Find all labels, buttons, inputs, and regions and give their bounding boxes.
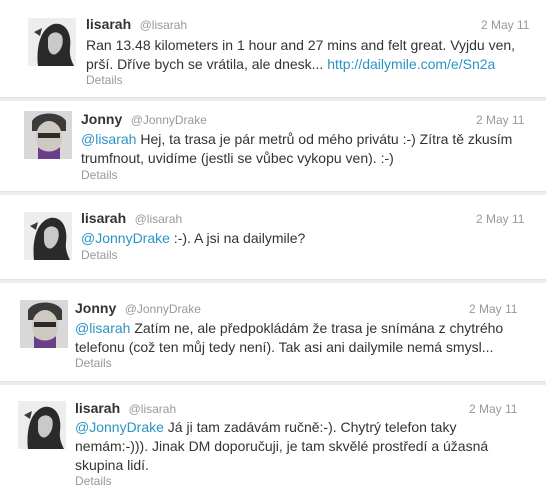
tweet-text-content: Zatím ne, ale předpokládám že trasa je s… bbox=[75, 320, 504, 355]
username[interactable]: @JonnyDrake bbox=[131, 113, 207, 127]
tweet-text-content: :-). A jsi na dailymile? bbox=[169, 230, 306, 246]
avatar-image bbox=[24, 212, 72, 260]
tweet-link[interactable]: http://dailymile.com/e/Sn2a bbox=[327, 56, 495, 72]
tweet-text: @JonnyDrake Já ji tam zadávám ručně:-). … bbox=[75, 418, 505, 475]
avatar-image bbox=[24, 111, 72, 159]
tweet-card[interactable]: Jonny @JonnyDrake 2 May 11 @lisarah Zatí… bbox=[0, 283, 546, 382]
mention-link[interactable]: @lisarah bbox=[75, 320, 130, 336]
tweet-card[interactable]: Jonny @JonnyDrake 2 May 11 @lisarah Hej,… bbox=[0, 101, 546, 192]
tweet-header: Jonny @JonnyDrake bbox=[75, 300, 201, 318]
details-link[interactable]: Details bbox=[75, 356, 112, 370]
details-link[interactable]: Details bbox=[86, 73, 123, 87]
tweet-header: lisarah @lisarah bbox=[75, 400, 176, 418]
display-name[interactable]: Jonny bbox=[81, 111, 122, 127]
tweet-date[interactable]: 2 May 11 bbox=[476, 113, 524, 127]
avatar-lisarah[interactable] bbox=[18, 401, 66, 449]
details-link[interactable]: Details bbox=[81, 168, 118, 182]
username[interactable]: @lisarah bbox=[129, 402, 177, 416]
tweet-card[interactable]: lisarah @lisarah 2 May 11 @JonnyDrake :-… bbox=[0, 195, 546, 280]
display-name[interactable]: lisarah bbox=[86, 16, 131, 32]
avatar-jonny[interactable] bbox=[20, 300, 68, 348]
avatar-image bbox=[20, 300, 68, 348]
tweet-text: Ran 13.48 kilometers in 1 hour and 27 mi… bbox=[86, 36, 526, 74]
tweet-text: @JonnyDrake :-). A jsi na dailymile? bbox=[81, 229, 526, 248]
details-link[interactable]: Details bbox=[75, 474, 112, 488]
tweet-date[interactable]: 2 May 11 bbox=[481, 18, 529, 32]
tweet-card[interactable]: lisarah @lisarah 2 May 11 Ran 13.48 kilo… bbox=[0, 0, 546, 98]
tweet-text: @lisarah Hej, ta trasa je pár metrů od m… bbox=[81, 130, 526, 168]
username[interactable]: @JonnyDrake bbox=[125, 302, 201, 316]
username[interactable]: @lisarah bbox=[140, 18, 188, 32]
mention-link[interactable]: @lisarah bbox=[81, 131, 136, 147]
mention-link[interactable]: @JonnyDrake bbox=[81, 230, 170, 246]
display-name[interactable]: lisarah bbox=[81, 210, 126, 226]
avatar-lisarah[interactable] bbox=[28, 18, 76, 66]
avatar-image bbox=[28, 18, 76, 66]
conversation-thread: lisarah @lisarah 2 May 11 Ran 13.48 kilo… bbox=[0, 0, 546, 500]
tweet-card[interactable]: lisarah @lisarah 2 May 11 @JonnyDrake Já… bbox=[0, 385, 546, 500]
tweet-text: @lisarah Zatím ne, ale předpokládám že t… bbox=[75, 319, 520, 357]
details-link[interactable]: Details bbox=[81, 248, 118, 262]
tweet-date[interactable]: 2 May 11 bbox=[469, 402, 517, 416]
avatar-lisarah[interactable] bbox=[24, 212, 72, 260]
tweet-header: lisarah @lisarah bbox=[86, 16, 187, 34]
tweet-text-content: Hej, ta trasa je pár metrů od mého privá… bbox=[81, 131, 513, 166]
tweet-date[interactable]: 2 May 11 bbox=[476, 212, 524, 226]
avatar-jonny[interactable] bbox=[24, 111, 72, 159]
username[interactable]: @lisarah bbox=[135, 212, 183, 226]
tweet-date[interactable]: 2 May 11 bbox=[469, 302, 517, 316]
mention-link[interactable]: @JonnyDrake bbox=[75, 419, 164, 435]
tweet-header: Jonny @JonnyDrake bbox=[81, 111, 207, 129]
display-name[interactable]: lisarah bbox=[75, 400, 120, 416]
tweet-header: lisarah @lisarah bbox=[81, 210, 182, 228]
display-name[interactable]: Jonny bbox=[75, 300, 116, 316]
avatar-image bbox=[18, 401, 66, 449]
